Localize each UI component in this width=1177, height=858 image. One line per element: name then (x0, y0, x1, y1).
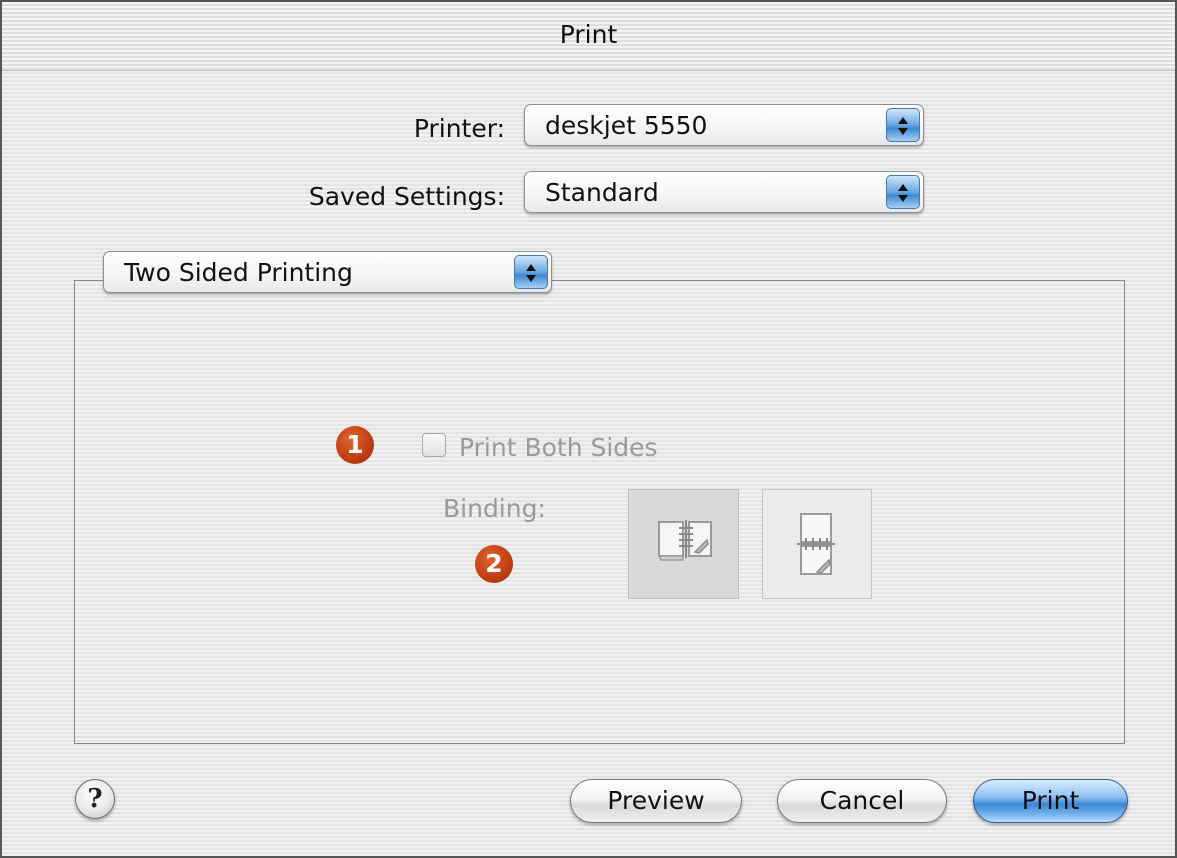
options-panel (74, 280, 1125, 744)
title-bar[interactable]: Print (2, 2, 1175, 71)
saved-settings-popup[interactable]: Standard (524, 171, 924, 213)
print-both-sides-label[interactable]: Print Both Sides (459, 433, 658, 462)
printer-value: deskjet 5550 (545, 111, 708, 140)
callout-badge-2: 2 (475, 545, 513, 583)
panel-menu-value: Two Sided Printing (124, 258, 353, 287)
saved-settings-label: Saved Settings: (308, 182, 505, 211)
panel-menu-popup[interactable]: Two Sided Printing (103, 251, 552, 293)
saved-settings-value: Standard (545, 178, 659, 207)
popup-arrows-icon (886, 108, 920, 142)
print-both-sides-checkbox[interactable] (422, 433, 446, 457)
popup-arrows-icon (886, 175, 920, 209)
printer-label: Printer: (413, 114, 505, 143)
binding-label: Binding: (443, 494, 546, 523)
preview-button[interactable]: Preview (570, 779, 742, 823)
printer-popup[interactable]: deskjet 5550 (524, 104, 924, 146)
long-edge-binding-icon (657, 520, 712, 561)
binding-long-edge-button[interactable] (628, 489, 739, 599)
popup-arrows-icon (514, 255, 548, 289)
binding-short-edge-button[interactable] (762, 489, 872, 599)
print-dialog: Print Printer: deskjet 5550 Saved Settin… (0, 0, 1177, 858)
callout-badge-1: 1 (336, 426, 374, 464)
help-button[interactable]: ? (75, 779, 115, 819)
cancel-button[interactable]: Cancel (777, 779, 947, 823)
short-edge-binding-icon (797, 513, 835, 575)
print-button[interactable]: Print (973, 779, 1128, 823)
window-title: Print (559, 20, 618, 49)
